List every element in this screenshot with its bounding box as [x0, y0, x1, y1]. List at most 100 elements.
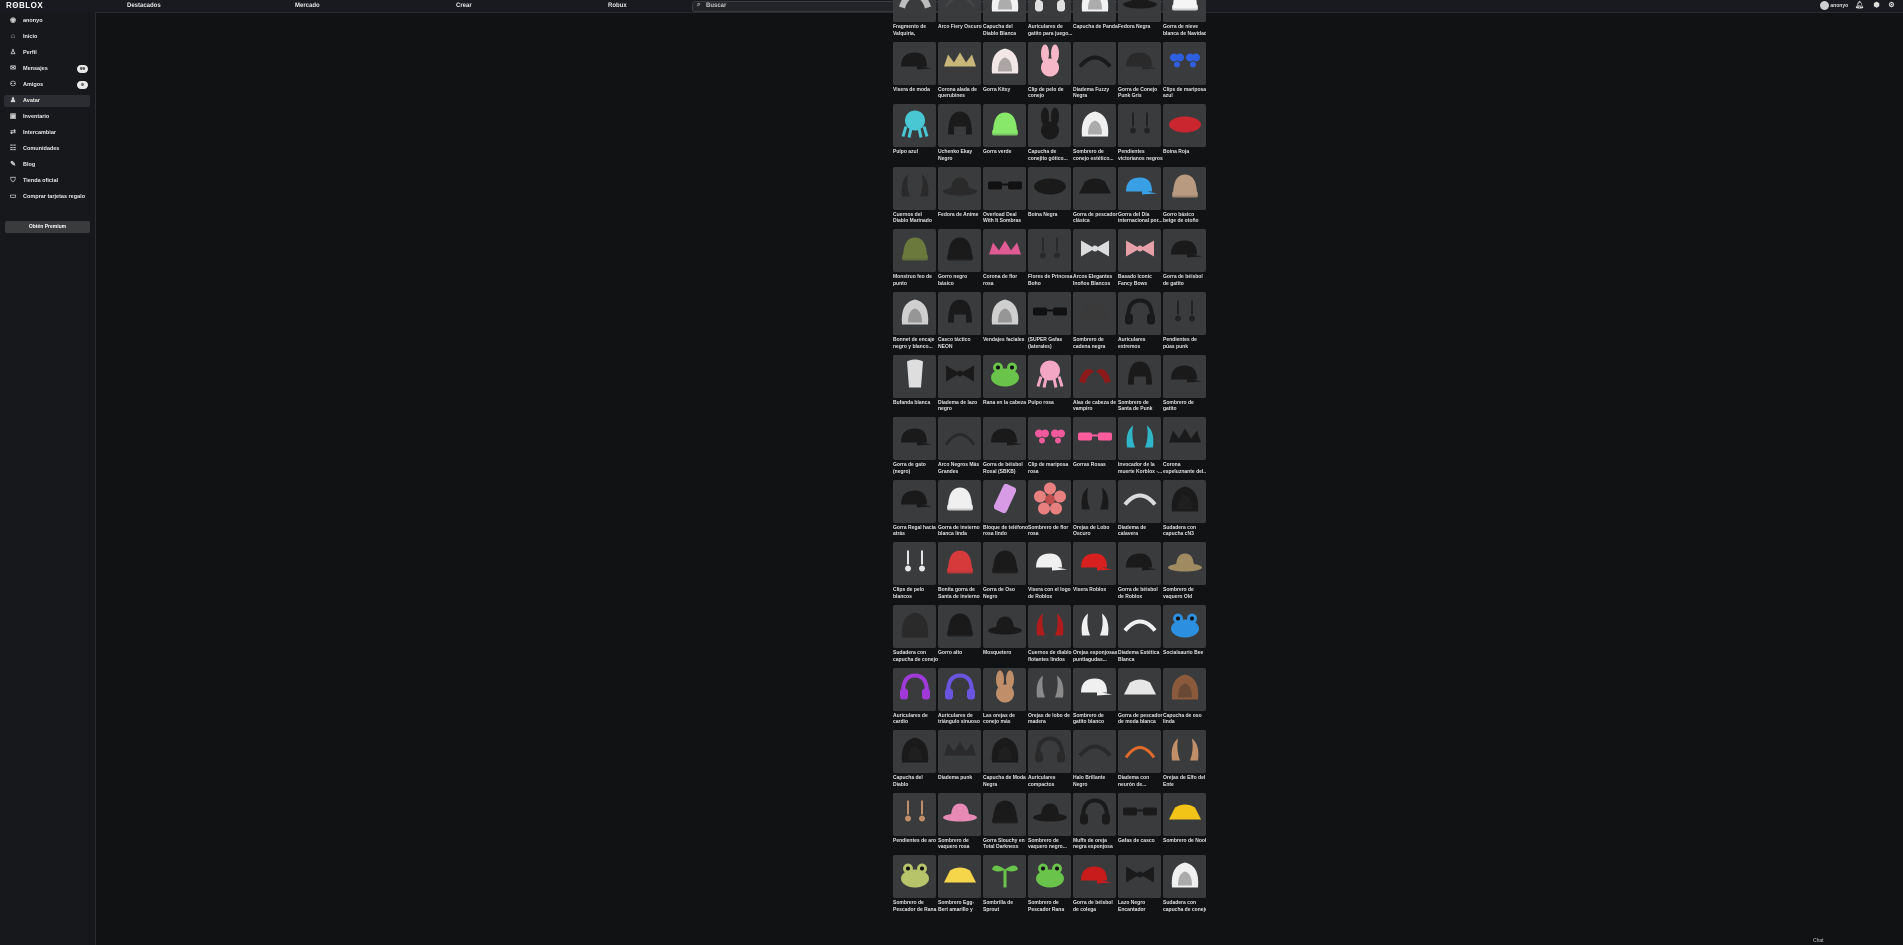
item-name[interactable]: Capucha de oso linda [1163, 713, 1206, 726]
catalog-item[interactable]: Basado Iconic Fancy Bows [1118, 229, 1161, 291]
item-thumbnail[interactable] [1163, 542, 1206, 586]
catalog-item[interactable]: Sombrero de flor rosa [1028, 479, 1071, 542]
catalog-item[interactable]: Capucha de Panda [1073, 0, 1118, 41]
item-name[interactable]: Sombrero de Santa de Punk Rock de... [1118, 400, 1163, 413]
sidebar-item-intercambiar[interactable]: ⇄ Intercambiar [4, 127, 90, 139]
item-name[interactable]: Boina Negra [1028, 212, 1073, 219]
catalog-item[interactable]: Bonnet de encaje negro y blanco... [893, 292, 936, 354]
item-name[interactable]: Sombrero de Noob [1163, 838, 1206, 845]
item-name[interactable]: Sudadera con capucha de conejo [1163, 900, 1206, 913]
item-name[interactable]: Gorro negro básico [938, 274, 983, 287]
item-name[interactable]: Gorra de Conejo Punk Gris [1118, 87, 1163, 100]
item-thumbnail[interactable] [1163, 354, 1206, 398]
item-name[interactable]: Fedora Negra [1118, 24, 1163, 31]
catalog-item[interactable]: Invocador de la muerte Korblox -... [1118, 417, 1162, 479]
item-thumbnail[interactable] [983, 229, 1026, 273]
item-thumbnail[interactable] [1073, 667, 1116, 711]
item-thumbnail[interactable] [938, 730, 981, 774]
item-thumbnail[interactable] [1028, 0, 1071, 22]
item-thumbnail[interactable] [1073, 479, 1116, 523]
item-thumbnail[interactable] [893, 855, 936, 899]
catalog-item[interactable]: Gorra Kitsy [983, 41, 1026, 104]
item-thumbnail[interactable] [1073, 417, 1116, 461]
catalog-item[interactable]: Capucha del Diablo [893, 730, 936, 792]
catalog-item[interactable]: Clip de mariposa rosa [1028, 417, 1071, 479]
item-name[interactable]: Uchenko Ekay Negro [938, 149, 983, 162]
catalog-item[interactable]: Mosquetero [983, 605, 1026, 667]
item-name[interactable]: Sudadera con capucha de conejo [893, 650, 938, 663]
catalog-item[interactable]: Corona alada de querubines [938, 41, 981, 104]
item-name[interactable]: Bloque de teléfono rosa lindo [983, 525, 1028, 538]
catalog-item[interactable]: Gorro básico beige de otoño [1163, 166, 1206, 229]
item-thumbnail[interactable] [1028, 605, 1071, 648]
catalog-item[interactable]: Gorra de béisbol de colega [1073, 855, 1116, 917]
catalog-item[interactable]: Gorra de nieve blanca de Navidad [1163, 0, 1206, 41]
item-name[interactable]: Overload Deal With It Sombras [983, 212, 1028, 225]
item-thumbnail[interactable] [983, 354, 1026, 398]
item-thumbnail[interactable] [983, 104, 1026, 148]
item-thumbnail[interactable] [1118, 542, 1161, 586]
item-name[interactable]: Sombrero de vaquero Old Town... [1163, 587, 1206, 600]
item-name[interactable]: Gorra de pescador clásica [1073, 212, 1118, 225]
catalog-item[interactable]: Fedora de Anime [938, 166, 981, 229]
item-name[interactable]: Halo Brillante Negro [1073, 775, 1118, 788]
catalog-item[interactable]: Alas de cabeza de vampiro [1073, 354, 1116, 417]
item-thumbnail[interactable] [1163, 0, 1206, 22]
item-name[interactable]: Auriculares de cardio [893, 713, 938, 726]
item-name[interactable]: Auriculares de triángulo sinuoso [938, 713, 983, 726]
catalog-item[interactable]: Gafas de casco [1118, 792, 1161, 855]
catalog-item[interactable]: Sombrero de gatito [1163, 354, 1206, 417]
item-thumbnail[interactable] [1118, 229, 1161, 273]
item-name[interactable]: Diadema punk [938, 775, 983, 782]
catalog-item[interactable]: Sombrero Egg-Bert amarillo y negro [938, 855, 981, 917]
catalog-item[interactable]: Corona espeluznante del... [1163, 417, 1206, 479]
item-name[interactable]: Orejas de Lobo Oscuro [1073, 525, 1118, 538]
item-thumbnail[interactable] [938, 479, 981, 523]
item-thumbnail[interactable] [1028, 354, 1071, 398]
catalog-item[interactable]: Diadema con neurón de... [1118, 730, 1161, 792]
item-thumbnail[interactable] [938, 354, 981, 398]
item-name[interactable]: Gorra Regal hacia atrás [893, 525, 938, 538]
item-thumbnail[interactable] [1028, 417, 1071, 461]
sidebar-item-blog[interactable]: ✎ Blog [4, 159, 90, 171]
item-thumbnail[interactable] [1163, 229, 1206, 273]
item-name[interactable]: Arco Fiery Oscuro [938, 24, 983, 31]
catalog-item[interactable]: Gorra del Día internacional por... [1118, 166, 1162, 229]
sidebar-item-avatar[interactable]: ♟ Avatar [4, 95, 90, 107]
catalog-item[interactable]: Fedora Negra [1118, 0, 1161, 41]
catalog-item[interactable]: Capucha de Moda Negra [983, 730, 1026, 792]
item-thumbnail[interactable] [1073, 292, 1116, 335]
item-name[interactable]: Sombrero de gatito [1163, 400, 1206, 413]
catalog-item[interactable]: Corona de flor rosa [983, 229, 1026, 291]
item-thumbnail[interactable] [938, 542, 981, 586]
premium-button[interactable]: Obtén Premium [5, 221, 90, 233]
item-thumbnail[interactable] [1118, 605, 1161, 648]
item-thumbnail[interactable] [938, 104, 981, 148]
catalog-item[interactable]: Pendientes de aro [893, 792, 936, 855]
item-thumbnail[interactable] [983, 667, 1026, 711]
item-thumbnail[interactable] [1163, 792, 1206, 836]
catalog-item[interactable]: Orejas de Lobo Oscuro [1073, 479, 1118, 542]
catalog-item[interactable]: Gorra Slouchy en Total Darkness [983, 792, 1026, 855]
item-thumbnail[interactable] [1118, 855, 1161, 899]
item-name[interactable]: Corona espeluznante del... [1163, 462, 1206, 475]
catalog-item[interactable]: Clip de pelo de conejo [1028, 41, 1071, 104]
item-name[interactable]: Rana en la cabeza [983, 400, 1028, 407]
item-thumbnail[interactable] [1163, 104, 1206, 148]
item-thumbnail[interactable] [1118, 166, 1161, 210]
item-name[interactable]: Socialsaurio Bee [1163, 650, 1206, 657]
item-name[interactable]: Sombrero Egg-Bert amarillo y negro [938, 900, 983, 913]
catalog-item[interactable]: Sudadera con capucha cN3 [1163, 479, 1206, 542]
item-thumbnail[interactable] [1073, 41, 1116, 85]
item-name[interactable]: Visera de moda [893, 87, 938, 94]
catalog-item[interactable]: Sudadera con capucha de conejo [1163, 855, 1206, 917]
item-name[interactable]: Capucha de Moda Negra [983, 775, 1028, 788]
catalog-item[interactable]: (SUPER Gafas (laterales) [1028, 292, 1071, 354]
catalog-item[interactable]: Gorra de béisbol de Roblox [1118, 542, 1161, 604]
item-thumbnail[interactable] [1118, 104, 1161, 148]
item-name[interactable]: Pendientes de púas punk [1163, 337, 1206, 350]
catalog-item[interactable]: Overload Deal With It Sombras [983, 166, 1028, 229]
catalog-item[interactable]: Uchenko Ekay Negro [938, 104, 981, 166]
catalog-item[interactable]: Gorras Rosas [1073, 417, 1116, 479]
nav-robux[interactable]: Robux [608, 3, 627, 9]
